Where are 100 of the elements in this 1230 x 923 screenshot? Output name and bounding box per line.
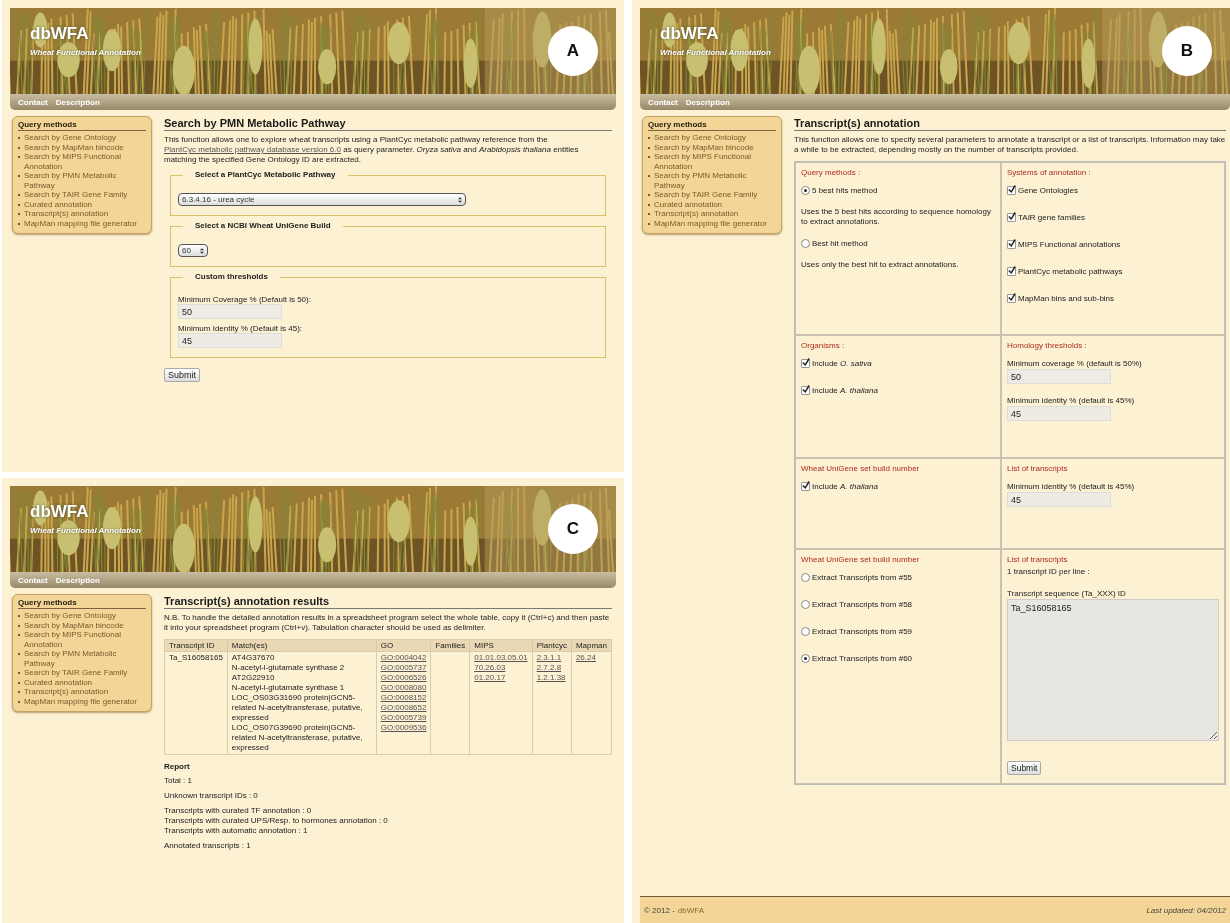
submit-button[interactable]: Submit xyxy=(164,368,200,382)
cell-text: AT2G22910 xyxy=(231,673,276,683)
cell-link[interactable]: GO:0005737 xyxy=(380,663,427,673)
section-heading: List of transcripts xyxy=(1007,464,1068,473)
report-line: Total : 1 xyxy=(164,776,193,786)
radio-button[interactable] xyxy=(801,186,810,195)
sidebar-link[interactable]: Search by MapMan bincode xyxy=(24,620,124,630)
nav-link[interactable]: Description xyxy=(55,97,100,107)
copyright-text: © 2012 - xyxy=(644,905,675,915)
sidebar-link[interactable]: MapMan mapping file generator xyxy=(654,218,767,228)
cell-link[interactable]: 70.26.03 xyxy=(474,663,528,673)
transcript-textarea[interactable]: Ta_S16058165 xyxy=(1007,599,1219,741)
sidebar-link[interactable]: Curated annotation xyxy=(654,199,723,209)
radio-button[interactable] xyxy=(801,627,810,636)
cell-link[interactable]: GO:0005739 xyxy=(380,713,427,723)
sidebar-link[interactable]: Search by MIPS Functional Annotation xyxy=(654,152,776,171)
cell-link[interactable]: GO:0004042 xyxy=(380,653,427,663)
column-header: Families xyxy=(430,639,470,652)
report-line: Unknown transcript IDs : 0 xyxy=(164,791,259,801)
cell-link[interactable]: 01.20.17 xyxy=(474,673,528,683)
cell-link[interactable]: 2.7.2.8 xyxy=(536,663,567,673)
radio-button[interactable] xyxy=(801,239,810,248)
sidebar-link[interactable]: Search by TAIR Gene Family xyxy=(24,190,128,200)
site-title: dbWFA xyxy=(30,502,89,522)
option-label: Extract Transcripts from #55 xyxy=(812,573,913,582)
sidebar-link[interactable]: Transcript(s) annotation xyxy=(24,209,109,219)
radio-button[interactable] xyxy=(801,600,810,609)
sidebar-link[interactable]: Search by Gene Ontology xyxy=(24,133,117,143)
checkbox[interactable] xyxy=(1007,213,1016,222)
sidebar-link[interactable]: Search by TAIR Gene Family xyxy=(654,190,758,200)
last-updated-text: Last updated: 04/2012 xyxy=(1146,905,1226,915)
input-field[interactable]: 45 xyxy=(1007,406,1111,421)
sidebar-link[interactable]: Search by MapMan bincode xyxy=(24,142,124,152)
dropdown-select[interactable]: 6.3.4.16 - urea cycle xyxy=(178,193,466,206)
checkbox[interactable] xyxy=(1007,240,1016,249)
column-header: Plantcyc xyxy=(532,639,572,652)
input-field[interactable]: 50 xyxy=(1007,369,1111,384)
sidebar-link[interactable]: Search by PMN Metabolic Pathway xyxy=(24,649,146,668)
input-field[interactable]: 50 xyxy=(178,304,282,319)
footer-link[interactable]: dbWFA xyxy=(677,905,705,915)
page-title: Transcript(s) annotation results xyxy=(164,595,612,609)
column-header: Match(es) xyxy=(227,639,377,652)
input-field[interactable]: 45 xyxy=(1007,492,1111,507)
option-label: MIPS Functional annotations xyxy=(1018,240,1121,249)
option-label: 5 best hits method xyxy=(812,186,878,195)
cell-link[interactable]: GO:0009536 xyxy=(380,723,427,733)
checkbox[interactable] xyxy=(801,482,810,491)
checkbox[interactable] xyxy=(1007,294,1016,303)
sidebar-link[interactable]: Transcript(s) annotation xyxy=(24,687,109,697)
cell-link[interactable]: 2.3.1.1 xyxy=(536,653,567,663)
nav-link[interactable]: Contact xyxy=(18,97,48,107)
sidebar-link[interactable]: Search by PMN Metabolic Pathway xyxy=(24,171,146,190)
database-link[interactable]: PlantCyc metabolic pathway database version 6.0 xyxy=(164,145,341,154)
field-label: Minimum Coverage % (Default is 50): xyxy=(178,295,312,304)
cell-link[interactable]: 26.24 xyxy=(575,653,607,663)
updown-icon xyxy=(200,247,204,254)
cell-link[interactable]: GO:0008080 xyxy=(380,683,427,693)
nav-link[interactable]: Description xyxy=(685,97,730,107)
section-heading: Wheat UniGene set build number xyxy=(801,555,920,564)
cell-link[interactable]: GO:0006526 xyxy=(380,673,427,683)
sidebar-link[interactable]: Search by TAIR Gene Family xyxy=(24,668,128,678)
sidebar-link[interactable]: Transcript(s) annotation xyxy=(654,209,739,219)
radio-button[interactable] xyxy=(801,654,810,663)
cell-link[interactable]: 01.01.03.05.01 xyxy=(474,653,528,663)
sidebar-link[interactable]: MapMan mapping file generator xyxy=(24,218,137,228)
site-subtitle: Wheat Functional Annotation xyxy=(30,48,141,57)
cell-link[interactable]: GO:0008652 xyxy=(380,703,427,713)
cell-link[interactable]: 1.2.1.38 xyxy=(536,673,567,683)
column-header: Transcript ID xyxy=(164,639,228,652)
site-title: dbWFA xyxy=(660,24,719,44)
section-heading: Systems of annotation : xyxy=(1007,168,1091,177)
sidebar-link[interactable]: Search by Gene Ontology xyxy=(24,611,117,621)
sidebar-link[interactable]: Search by Gene Ontology xyxy=(654,133,747,143)
nav-link[interactable]: Description xyxy=(55,575,100,585)
nav-link[interactable]: Contact xyxy=(18,575,48,585)
sidebar-link[interactable]: Search by MapMan bincode xyxy=(654,142,754,152)
cell-link[interactable]: GO:0008152 xyxy=(380,693,427,703)
sidebar-link[interactable]: Search by MIPS Functional Annotation xyxy=(24,152,146,171)
report-line: Transcripts with automatic annotation : 1 xyxy=(164,826,309,836)
sidebar-title: Query methods xyxy=(18,120,146,131)
checkbox[interactable] xyxy=(1007,267,1016,276)
checkbox[interactable] xyxy=(1007,186,1016,195)
dropdown-select[interactable]: 60 xyxy=(178,244,208,257)
option-label: Gene Ontologies xyxy=(1018,186,1079,195)
sidebar-link[interactable]: Curated annotation xyxy=(24,199,93,209)
checkbox[interactable] xyxy=(801,386,810,395)
radio-button[interactable] xyxy=(801,573,810,582)
input-field[interactable]: 45 xyxy=(178,333,282,348)
sidebar-link[interactable]: Search by PMN Metabolic Pathway xyxy=(654,171,776,190)
field-label: Minimum identity % (default is 45%) xyxy=(1007,482,1135,491)
option-label: Best hit method xyxy=(812,239,868,248)
section-heading: Wheat UniGene set build number xyxy=(801,464,920,473)
sidebar-link[interactable]: Curated annotation xyxy=(24,677,93,687)
nav-link[interactable]: Contact xyxy=(648,97,678,107)
checkbox[interactable] xyxy=(801,359,810,368)
field-label: Minimum identity % (default is 45%) xyxy=(1007,396,1135,405)
sidebar-link[interactable]: MapMan mapping file generator xyxy=(24,696,137,706)
sidebar-link[interactable]: Search by MIPS Functional Annotation xyxy=(24,630,146,649)
column-header: GO xyxy=(376,639,431,652)
submit-button[interactable]: Submit xyxy=(1007,761,1042,775)
